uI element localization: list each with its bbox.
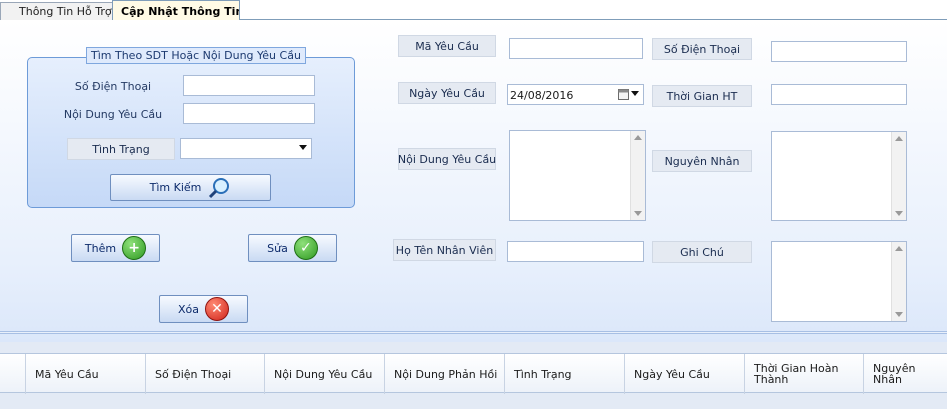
reason-textarea[interactable] bbox=[771, 131, 907, 221]
scrollbar[interactable] bbox=[891, 132, 906, 220]
grid-column-header[interactable]: Số Điện Thoại bbox=[146, 354, 265, 394]
delete-button[interactable]: Xóa ✕ bbox=[159, 295, 248, 323]
grid-column-header[interactable]: Tình Trạng bbox=[505, 354, 625, 394]
date-value: 24/08/2016 bbox=[510, 89, 574, 102]
add-button-label: Thêm bbox=[84, 241, 117, 255]
tab-update-info[interactable]: Cập Nhật Thông Tin bbox=[112, 0, 240, 21]
grid-column-header[interactable]: Ngày Yêu Cầu bbox=[625, 354, 745, 394]
phone-input[interactable] bbox=[771, 41, 907, 62]
add-button[interactable]: Thêm + bbox=[71, 234, 160, 262]
completion-time-input[interactable] bbox=[771, 84, 907, 105]
checkmark-icon: ✓ bbox=[293, 236, 318, 260]
search-button[interactable]: Tìm Kiếm bbox=[110, 174, 271, 201]
scrollbar[interactable] bbox=[891, 242, 906, 321]
tab-support-info[interactable]: Thông Tin Hỗ Trợ bbox=[0, 2, 118, 20]
request-content-label: Nội Dung Yêu Cầu bbox=[398, 148, 496, 170]
grid-column-header[interactable]: Thời Gian Hoàn Thành bbox=[745, 354, 864, 394]
search-status-label: Tình Trạng bbox=[67, 138, 175, 160]
edit-button-label: Sửa bbox=[267, 241, 288, 255]
search-phone-label: Số Điện Thoại bbox=[74, 79, 152, 93]
request-id-label: Mã Yêu Cầu bbox=[398, 35, 496, 57]
search-phone-input[interactable] bbox=[183, 75, 315, 96]
search-group-title: Tìm Theo SDT Hoặc Nội Dung Yêu Cầu bbox=[86, 47, 306, 64]
staff-name-input[interactable] bbox=[507, 241, 644, 262]
search-button-label: Tìm Kiếm bbox=[149, 181, 202, 194]
chevron-down-icon bbox=[631, 91, 639, 96]
magnifier-icon bbox=[209, 177, 230, 198]
scrollbar[interactable] bbox=[630, 131, 645, 220]
request-id-input[interactable] bbox=[509, 38, 643, 59]
search-status-select[interactable] bbox=[180, 138, 312, 159]
search-content-input[interactable] bbox=[183, 103, 315, 124]
grid-column-header[interactable]: Nội Dung Yêu Cầu bbox=[265, 354, 385, 394]
chevron-down-icon bbox=[299, 145, 307, 150]
splitter[interactable] bbox=[0, 331, 947, 334]
grid-row-header bbox=[0, 354, 26, 394]
phone-label: Số Điện Thoại bbox=[652, 38, 752, 60]
delete-button-label: Xóa bbox=[177, 302, 199, 316]
note-label: Ghi Chú bbox=[652, 241, 752, 263]
reason-label: Nguyên Nhân bbox=[652, 150, 752, 172]
edit-button[interactable]: Sửa ✓ bbox=[248, 234, 337, 262]
staff-name-label: Họ Tên Nhân Viên bbox=[393, 239, 496, 261]
calendar-icon bbox=[618, 89, 629, 100]
grid-column-header[interactable]: Nguyên Nhân bbox=[864, 354, 947, 394]
grid-column-header[interactable]: Nội Dung Phản Hồi bbox=[385, 354, 505, 394]
grid-header: Mã Yêu Cầu Số Điện Thoại Nội Dung Yêu Cầ… bbox=[0, 353, 947, 394]
completion-time-label: Thời Gian HT bbox=[652, 85, 752, 107]
close-icon: ✕ bbox=[205, 297, 229, 321]
request-content-textarea[interactable] bbox=[509, 130, 646, 221]
plus-icon: + bbox=[122, 236, 147, 260]
date-picker[interactable]: 24/08/2016 bbox=[507, 84, 644, 105]
search-content-label: Nội Dung Yêu Cầu bbox=[63, 107, 163, 121]
note-textarea[interactable] bbox=[771, 241, 907, 322]
date-label: Ngày Yêu Cầu bbox=[398, 82, 496, 104]
grid-column-header[interactable]: Mã Yêu Cầu bbox=[26, 354, 146, 394]
